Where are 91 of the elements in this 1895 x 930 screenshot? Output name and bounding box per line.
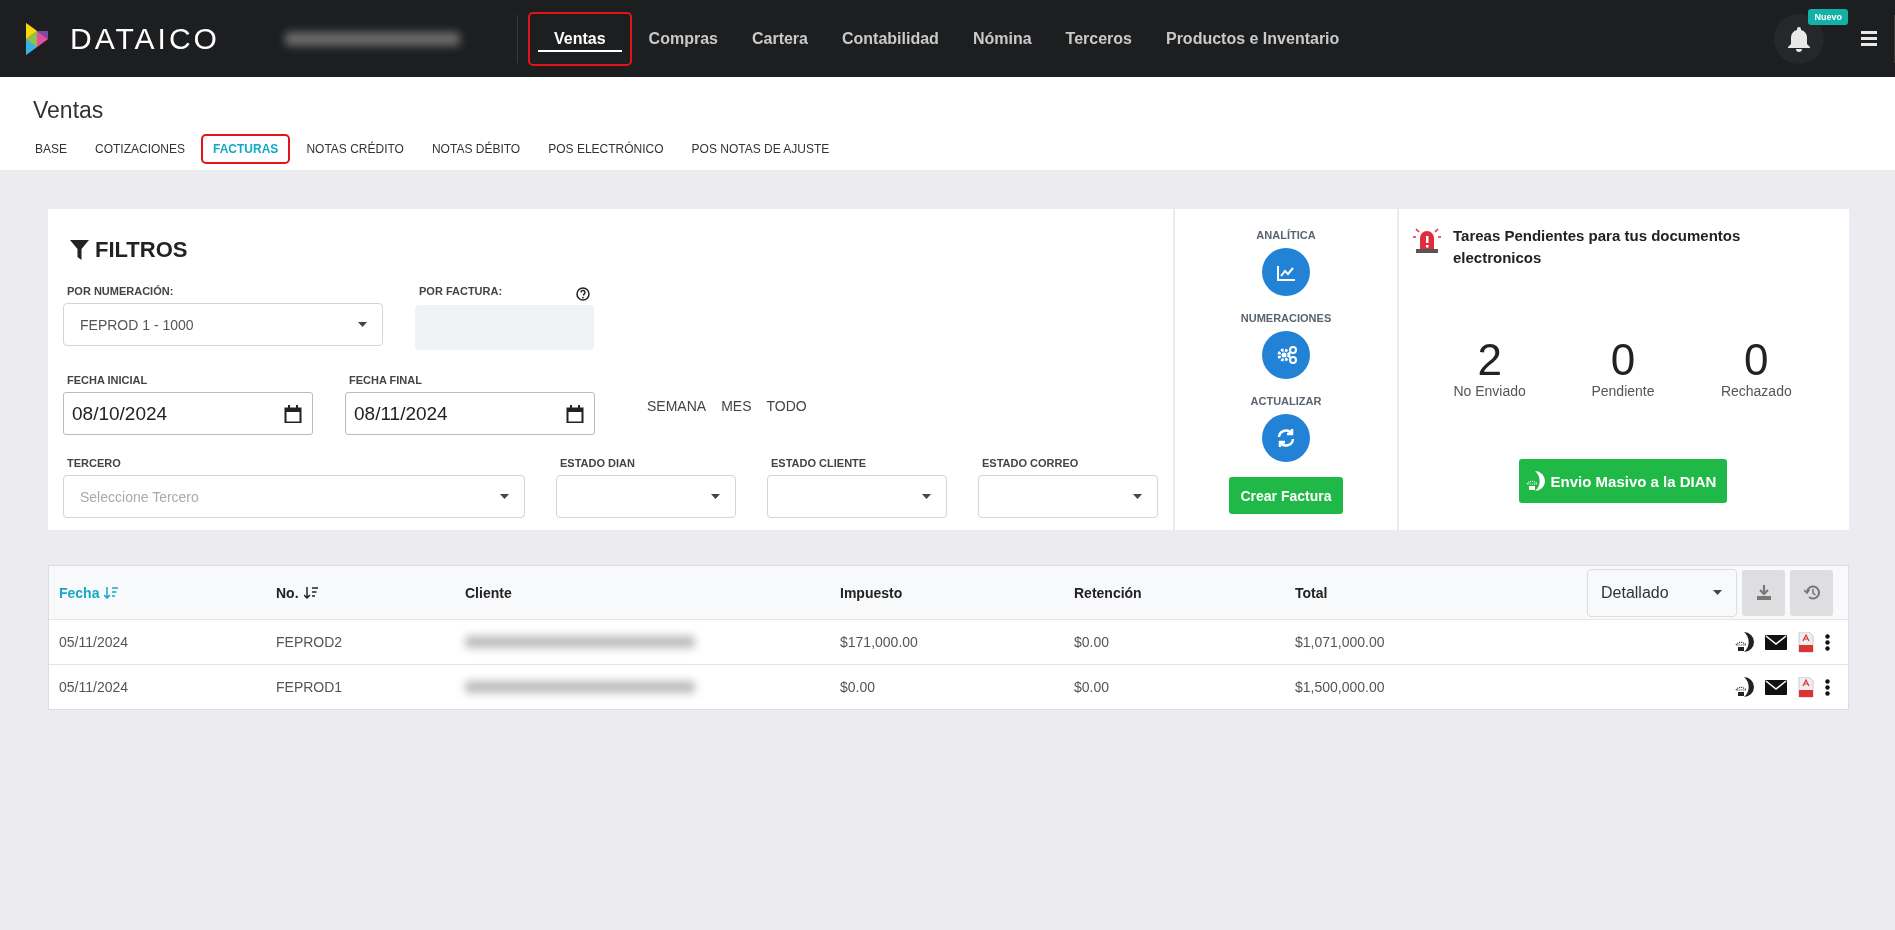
date-field[interactable]: 08/11/2024 (345, 392, 595, 435)
help-icon[interactable] (576, 287, 590, 301)
field-label: FECHA INICIAL (67, 374, 149, 386)
filters-title: FILTROS (95, 237, 188, 263)
action-label: NUMERACIONES (1240, 312, 1332, 324)
table-cell-text: FEPROD1 (276, 679, 344, 695)
alarm-light-icon (1413, 225, 1441, 253)
filter-icon (70, 240, 89, 260)
column-header: Total (1295, 584, 1329, 601)
sort-icon (104, 586, 119, 599)
table-cell-text: 05/11/2024 (59, 634, 130, 650)
field-label: ESTADO CORREO (982, 457, 1080, 469)
menu-icon[interactable] (1861, 31, 1877, 46)
table-cell-text: $0.00 (1074, 679, 1111, 695)
download-button[interactable] (1742, 569, 1785, 616)
action-button[interactable] (1262, 414, 1310, 462)
section-tab[interactable]: NOTAS CRÉDITO (294, 134, 416, 164)
seal-icon (1524, 470, 1545, 492)
range-link[interactable]: TODO (766, 398, 807, 414)
sort-icon (303, 586, 318, 599)
nav-tab[interactable]: Compras (631, 11, 735, 66)
field-label: POR FACTURA: (419, 285, 503, 297)
column-header[interactable]: No. (276, 584, 465, 601)
section-tab[interactable]: NOTAS DÉBITO (419, 134, 533, 164)
pdf-icon[interactable] (1798, 631, 1814, 653)
column-header: Retención (1074, 584, 1143, 601)
envelope-icon[interactable] (1765, 634, 1787, 650)
counter-value: 0 (1744, 337, 1769, 383)
field-label: POR NUMERACIÓN: (67, 285, 175, 297)
caret-icon (711, 494, 720, 499)
tasks-title: Tareas Pendientes para tus documentos electronicos (1453, 226, 1742, 268)
table-cell-text: $1,500,000.00 (1295, 679, 1386, 695)
counter-label: Pendiente (1591, 383, 1655, 399)
download-icon (1756, 585, 1771, 600)
view-select[interactable]: Detallado (1587, 568, 1737, 617)
field-label: TERCERO (67, 457, 122, 469)
calendar-icon[interactable] (566, 404, 584, 423)
caret-icon (358, 322, 367, 327)
field-label: FECHA FINAL (349, 374, 423, 386)
field-label: ESTADO CLIENTE (771, 457, 868, 469)
nav-tab[interactable]: Ventas (528, 11, 632, 66)
brand-name: DATAICO (70, 21, 220, 56)
range-link[interactable]: MES (721, 398, 752, 414)
numbering-select[interactable]: FEPROD 1 - 1000 (63, 303, 383, 346)
pdf-icon[interactable] (1798, 676, 1814, 698)
chart-icon (1276, 263, 1296, 281)
counter-label: No Enviado (1453, 383, 1526, 399)
section-tab[interactable]: COTIZACIONES (83, 134, 198, 164)
counter-label: Rechazado (1720, 383, 1792, 399)
gears-icon (1275, 345, 1297, 365)
nav-tab[interactable]: Terceros (1048, 11, 1149, 66)
page-title: Ventas (33, 97, 105, 124)
nav-tab[interactable]: Contabilidad (825, 11, 956, 66)
nav-tab[interactable]: Nómina (955, 11, 1049, 66)
section-tab[interactable]: BASE (33, 134, 79, 164)
calendar-icon[interactable] (284, 404, 302, 423)
history-icon (1803, 585, 1820, 600)
range-link[interactable]: SEMANA (647, 398, 707, 414)
more-options-icon[interactable] (1825, 678, 1830, 696)
section-tab[interactable]: POS ELECTRÓNICO (536, 134, 676, 164)
caret-icon (1133, 494, 1142, 499)
envelope-icon[interactable] (1765, 679, 1787, 695)
table-cell-text: $0.00 (840, 679, 877, 695)
seal-icon[interactable] (1734, 676, 1754, 698)
history-button[interactable] (1790, 569, 1833, 616)
field-label: ESTADO DIAN (560, 457, 636, 469)
caret-icon (922, 494, 931, 499)
caret-icon (1713, 590, 1722, 595)
table-cell-text: $1,071,000.00 (1295, 634, 1386, 650)
action-label: ANALÍTICA (1256, 229, 1316, 241)
column-header: Impuesto (840, 584, 904, 601)
bell-icon (1786, 24, 1812, 53)
table-cell-text: $171,000.00 (840, 634, 919, 650)
action-button[interactable] (1262, 248, 1310, 296)
new-badge: Nuevo (1808, 8, 1848, 25)
nav-tab[interactable]: Productos e Inventario (1148, 11, 1357, 66)
seal-icon[interactable] (1734, 631, 1754, 653)
action-button[interactable] (1262, 331, 1310, 379)
refresh-icon (1276, 428, 1296, 448)
table-cell-text: $0.00 (1074, 634, 1111, 650)
section-tab[interactable]: POS NOTAS DE AJUSTE (679, 134, 842, 164)
table-cell-text: 05/11/2024 (59, 679, 130, 695)
action-label: ACTUALIZAR (1250, 395, 1322, 407)
more-options-icon[interactable] (1825, 633, 1830, 651)
column-header: Cliente (465, 584, 513, 601)
date-field[interactable]: 08/10/2024 (63, 392, 313, 435)
counter-value: 2 (1477, 337, 1502, 383)
caret-icon (500, 494, 509, 499)
nav-tab[interactable]: Cartera (734, 11, 825, 66)
table-cell-text: FEPROD2 (276, 634, 344, 650)
counter-value: 0 (1610, 337, 1636, 383)
